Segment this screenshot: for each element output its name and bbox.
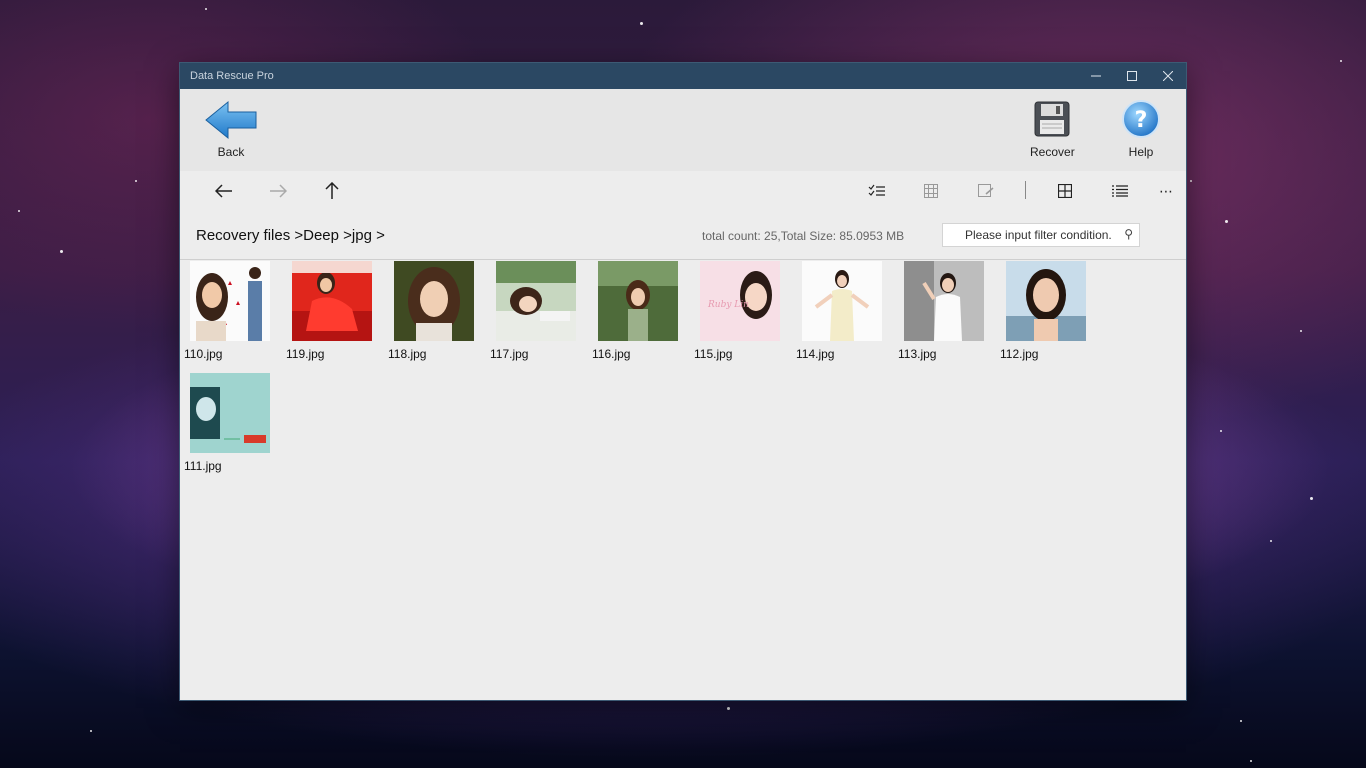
photo-thumbnail [190,373,270,453]
grid-select-icon [924,184,938,198]
path-bar: Recovery files >Deep >jpg > total count:… [180,211,1186,260]
maximize-button[interactable] [1114,63,1150,89]
filter-box[interactable]: ⚲ [942,223,1140,247]
file-tile[interactable]: 111.jpg [184,371,284,481]
window-title: Data Rescue Pro [190,70,274,82]
edit-select-icon [978,184,994,197]
title-bar[interactable]: Data Rescue Pro [180,63,1186,89]
nav-back-button[interactable] [212,179,236,203]
close-icon [1163,71,1173,81]
select-all-button[interactable] [919,179,943,203]
maximize-icon [1127,71,1137,81]
select-list-button[interactable] [865,179,889,203]
more-button[interactable]: ⋯ [1154,179,1178,203]
help-icon: ? [1122,100,1160,138]
arrow-left-icon [215,184,232,198]
file-name: 119.jpg [286,347,325,361]
checklist-icon [868,184,885,196]
more-icon: ⋯ [1159,182,1173,199]
help-label: Help [1128,145,1154,159]
breadcrumb[interactable]: Recovery files >Deep >jpg > [196,227,385,244]
file-name: 114.jpg [796,347,835,361]
minimize-icon [1091,75,1101,77]
nav-forward-button[interactable] [266,179,290,203]
file-tile[interactable]: 119.jpg [286,259,386,369]
file-name: 112.jpg [1000,347,1039,361]
filter-input[interactable] [965,228,1115,242]
file-name: 118.jpg [388,347,427,361]
photo-thumbnail [190,261,270,341]
back-arrow-icon [205,100,257,140]
list-view-button[interactable] [1108,179,1132,203]
file-name: 113.jpg [898,347,937,361]
photo-thumbnail [904,261,984,341]
file-tile[interactable]: 112.jpg [1000,259,1100,369]
photo-thumbnail [496,261,576,341]
close-button[interactable] [1150,63,1186,89]
minimize-button[interactable] [1078,63,1114,89]
tile-view-button[interactable] [1053,179,1077,203]
total-count-text: total count: 25,Total Size: 85.0953 MB [702,229,905,243]
nav-up-button[interactable] [320,179,344,203]
floppy-disk-icon [1034,101,1070,137]
file-tile[interactable]: 110.jpg [184,259,284,369]
photo-thumbnail [394,261,474,341]
file-tile[interactable]: 113.jpg [898,259,998,369]
navigation-bar: ⋯ [180,171,1186,211]
photo-thumbnail [292,261,372,341]
file-tile[interactable]: 114.jpg [796,259,896,369]
photo-thumbnail [802,261,882,341]
file-name: 117.jpg [490,347,529,361]
file-tile[interactable]: 117.jpg [490,259,590,369]
file-tile[interactable]: 116.jpg [592,259,692,369]
photo-thumbnail [598,261,678,341]
help-button[interactable]: ? Help [1121,99,1161,159]
search-icon[interactable]: ⚲ [1124,227,1133,241]
photo-thumbnail: Ruby Lin [700,261,780,341]
grid-view-icon [1058,184,1072,198]
file-tile[interactable]: Ruby Lin 115.jpg [694,259,794,369]
file-tile[interactable]: 118.jpg [388,259,488,369]
svg-text:?: ? [1135,108,1148,133]
file-name: 116.jpg [592,347,631,361]
ribbon-toolbar: Back Recover ? Help [180,89,1186,171]
arrow-right-icon [270,184,287,198]
back-button[interactable]: Back [204,99,258,159]
app-window: Data Rescue Pro Back Recover ? Help ⋯ Re… [180,63,1186,700]
arrow-up-icon [325,182,339,199]
recover-button[interactable]: Recover [1030,99,1075,159]
photo-thumbnail [1006,261,1086,341]
back-label: Back [217,145,245,159]
toolbar-divider [1025,181,1026,199]
file-name: 115.jpg [694,347,733,361]
invert-selection-button[interactable] [974,179,998,203]
recover-label: Recover [1030,145,1075,159]
file-name: 111.jpg [184,459,222,473]
file-name: 110.jpg [184,347,223,361]
list-view-icon [1112,185,1128,197]
svg-text:Ruby Lin: Ruby Lin [707,300,749,310]
